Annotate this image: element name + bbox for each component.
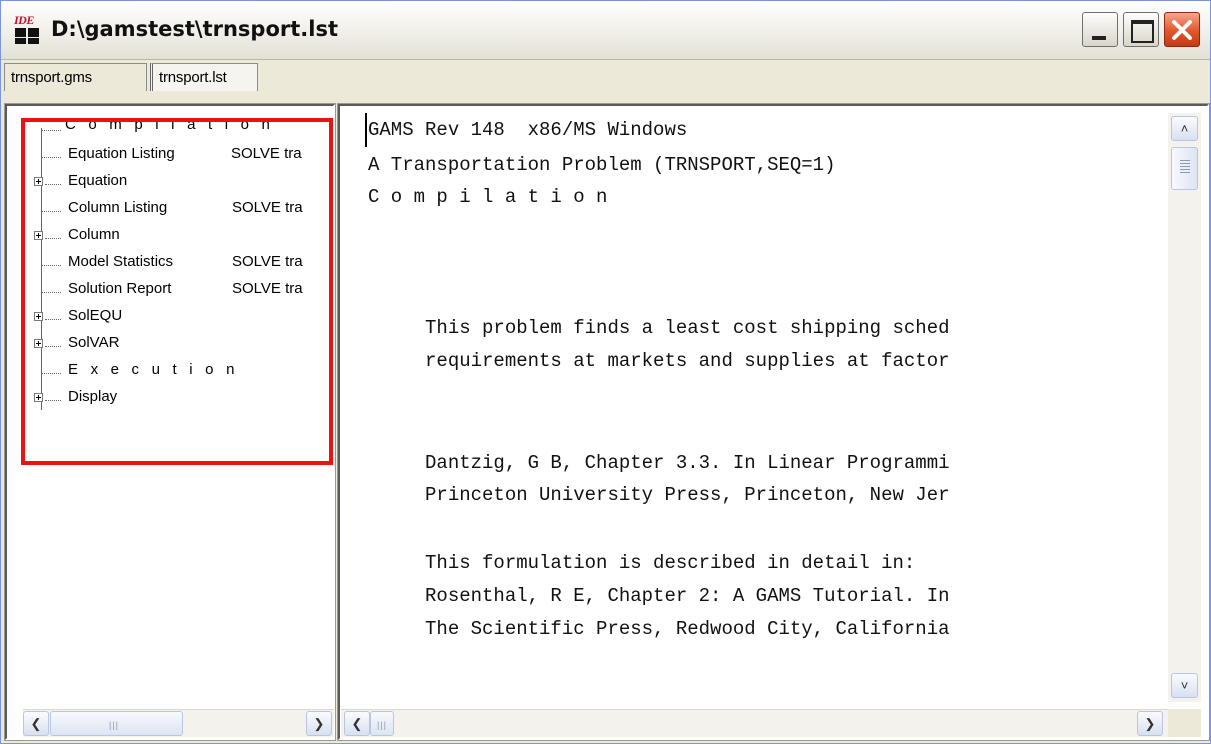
maximize-button[interactable] — [1123, 12, 1159, 47]
scroll-up-button[interactable]: ˄ — [1171, 116, 1198, 141]
scrollbar-corner — [1168, 709, 1201, 737]
listing-line: C o m p i l a t i o n — [368, 186, 608, 208]
scroll-left-button[interactable]: ❮ — [344, 711, 370, 736]
listing-line: requirements at markets and supplies at … — [368, 350, 950, 372]
expand-icon[interactable] — [34, 339, 43, 348]
listing-line: Rosenthal, R E, Chapter 2: A GAMS Tutori… — [368, 585, 950, 607]
scroll-thumb[interactable]: ||| — [50, 711, 183, 736]
listing-line: Princeton University Press, Princeton, N… — [368, 484, 950, 506]
minimize-button[interactable] — [1082, 12, 1118, 47]
scroll-right-button[interactable]: ❯ — [1137, 711, 1163, 736]
expand-icon[interactable] — [34, 312, 43, 321]
expand-icon[interactable] — [34, 393, 43, 402]
scroll-left-button[interactable]: ❮ — [23, 711, 49, 736]
tab-trnsport-gms[interactable]: trnsport.gms — [4, 63, 147, 91]
scroll-thumb[interactable]: ||| — [370, 711, 394, 736]
listing-line: This problem finds a least cost shipping… — [368, 317, 950, 339]
close-button[interactable] — [1164, 12, 1200, 47]
tab-trnsport-lst[interactable]: trnsport.lst — [150, 63, 258, 91]
listing-line: GAMS Rev 148 x86/MS Windows — [368, 119, 688, 141]
listing-line: Dantzig, G B, Chapter 3.3. In Linear Pro… — [368, 452, 950, 474]
gams-ide-icon: IDE — [13, 13, 41, 44]
expand-icon[interactable] — [34, 231, 43, 240]
outline-horizontal-scrollbar[interactable]: ❮ ||| ❯ — [23, 709, 334, 737]
expand-icon[interactable] — [34, 177, 43, 186]
listing-line: A Transportation Problem (TRNSPORT,SEQ=1… — [368, 154, 836, 176]
scroll-down-button[interactable]: ˅ — [1171, 673, 1198, 698]
scroll-right-button[interactable]: ❯ — [306, 711, 332, 736]
title-bar[interactable]: IDE D:\gamstest\trnsport.lst — [1, 1, 1210, 60]
scroll-thumb[interactable] — [1171, 147, 1198, 190]
listing-line: This formulation is described in detail … — [368, 552, 916, 574]
listing-vertical-scrollbar[interactable]: ˄ ˅ — [1168, 113, 1201, 702]
main-window: IDE D:\gamstest\trnsport.lst trnsport.gm… — [0, 0, 1211, 744]
text-caret — [365, 113, 367, 147]
listing-horizontal-scrollbar[interactable]: ❮ ||| ❯ — [341, 709, 1168, 737]
listing-line: The Scientific Press, Redwood City, Cali… — [368, 618, 950, 640]
close-icon — [1172, 20, 1192, 40]
window-title: D:\gamstest\trnsport.lst — [51, 17, 338, 41]
